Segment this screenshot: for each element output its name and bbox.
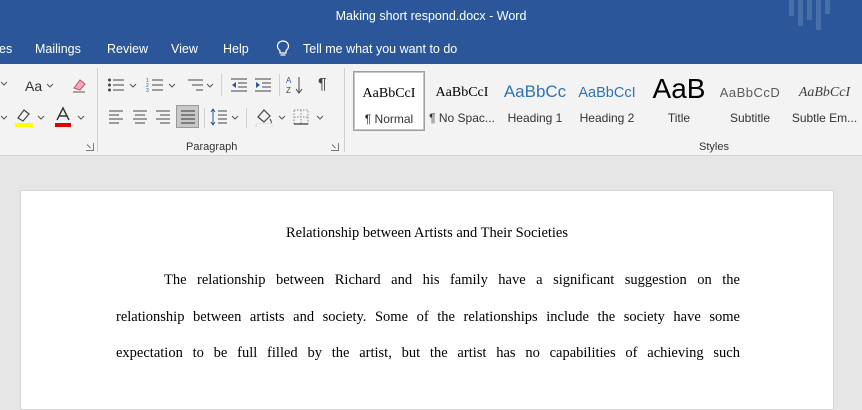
- style-name: ¶ No Spac...: [429, 111, 495, 125]
- tab-mailings[interactable]: Mailings: [35, 42, 81, 56]
- multilevel-list-icon[interactable]: [186, 77, 204, 93]
- align-right-icon[interactable]: [155, 110, 171, 124]
- tab-view[interactable]: View: [171, 42, 198, 56]
- chevron-down-icon[interactable]: [231, 115, 239, 121]
- justify-button[interactable]: [176, 105, 199, 128]
- style-no-spacing[interactable]: AaBbCcI ¶ No Spac...: [426, 71, 498, 131]
- style-preview: AaBbCcI: [362, 86, 416, 101]
- paragraph-line: relationship between artists and society…: [116, 309, 740, 325]
- tab-review[interactable]: Review: [107, 42, 148, 56]
- paragraph-dialog-launcher[interactable]: [331, 143, 339, 151]
- font-dialog-launcher[interactable]: [86, 143, 94, 151]
- document-area: Relationship between Artists and Their S…: [0, 157, 862, 410]
- decorative-bar: [816, 0, 821, 30]
- style-name: Heading 1: [507, 111, 563, 125]
- chevron-down-icon[interactable]: [46, 83, 54, 89]
- chevron-down-icon[interactable]: [129, 83, 137, 89]
- style-preview: AaBbCc: [503, 82, 567, 101]
- style-preview: AaB: [652, 73, 706, 104]
- shading-icon[interactable]: [254, 107, 274, 127]
- lightbulb-icon[interactable]: [276, 40, 290, 57]
- chevron-down-icon[interactable]: [206, 83, 214, 89]
- style-name: Heading 2: [579, 111, 635, 125]
- style-preview: AaBbCcD: [719, 85, 781, 100]
- chevron-down-icon[interactable]: [316, 115, 324, 121]
- show-formatting-marks-icon[interactable]: ¶: [318, 76, 327, 94]
- change-case-button[interactable]: Aa: [25, 78, 42, 94]
- ribbon: Aa 1 2 3 A Z ¶ Paragraph AaBbCcI ¶ Norma…: [0, 64, 862, 156]
- chevron-down-icon[interactable]: [0, 115, 8, 121]
- style-preview: AaBbCcI: [578, 85, 636, 101]
- font-color-icon[interactable]: [53, 106, 73, 128]
- decorative-bar: [807, 0, 812, 20]
- align-left-icon[interactable]: [108, 110, 124, 124]
- svg-text:A: A: [286, 76, 292, 85]
- style-name: Title: [667, 111, 691, 125]
- chevron-down-icon[interactable]: [278, 115, 286, 121]
- tab-references[interactable]: es: [0, 42, 12, 56]
- chevron-down-icon[interactable]: [77, 115, 85, 121]
- bullets-icon[interactable]: [107, 77, 125, 93]
- highlight-color-icon[interactable]: [13, 106, 35, 128]
- style-preview: AaBbCcI: [435, 85, 489, 100]
- divider: [279, 74, 280, 96]
- tab-help[interactable]: Help: [223, 42, 249, 56]
- sort-icon[interactable]: A Z: [286, 75, 304, 95]
- decrease-indent-icon[interactable]: [230, 77, 248, 93]
- svg-text:3: 3: [146, 88, 149, 93]
- paragraph-group-label: Paragraph: [186, 141, 238, 153]
- decorative-bar: [798, 0, 803, 26]
- style-normal[interactable]: AaBbCcI ¶ Normal: [353, 71, 425, 131]
- style-title[interactable]: AaB Title: [643, 71, 715, 131]
- style-name: ¶ Normal: [364, 112, 414, 126]
- increase-indent-icon[interactable]: [254, 77, 272, 93]
- decorative-bar: [825, 0, 830, 14]
- divider: [204, 108, 205, 128]
- paragraph-line: expectation to be full filled by the art…: [116, 345, 740, 361]
- divider: [221, 74, 222, 96]
- numbering-icon[interactable]: 1 2 3: [146, 77, 164, 93]
- chevron-down-icon[interactable]: [0, 81, 8, 87]
- document-page[interactable]: Relationship between Artists and Their S…: [20, 190, 834, 410]
- styles-group-label: Styles: [699, 141, 729, 153]
- style-name: Subtle Em...: [791, 111, 858, 125]
- line-spacing-icon[interactable]: [210, 108, 228, 126]
- group-divider: [344, 68, 345, 152]
- align-center-icon[interactable]: [132, 110, 148, 124]
- divider: [246, 108, 247, 128]
- style-subtle-emphasis[interactable]: AaBbCcI Subtle Em...: [787, 71, 862, 131]
- clear-formatting-icon[interactable]: [70, 76, 88, 94]
- chevron-down-icon[interactable]: [37, 115, 45, 121]
- style-heading-1[interactable]: AaBbCc Heading 1: [499, 71, 571, 131]
- paragraph-line: The relationship between Richard and his…: [164, 272, 740, 288]
- svg-text:Z: Z: [286, 86, 291, 95]
- tell-me-search[interactable]: Tell me what you want to do: [303, 42, 457, 56]
- window-title: Making short respond.docx - Word: [335, 9, 527, 23]
- chevron-down-icon[interactable]: [168, 83, 176, 89]
- group-divider: [97, 68, 98, 152]
- style-preview: AaBbCcI: [798, 85, 851, 100]
- title-bar: Making short respond.docx - Word: [0, 0, 862, 34]
- decorative-bar: [789, 0, 794, 16]
- style-name: Subtitle: [729, 111, 771, 125]
- ribbon-tabs: es Mailings Review View Help Tell me wha…: [0, 34, 862, 64]
- style-subtitle[interactable]: AaBbCcD Subtitle: [714, 71, 786, 131]
- style-heading-2[interactable]: AaBbCcI Heading 2: [571, 71, 643, 131]
- borders-icon[interactable]: [293, 109, 309, 125]
- document-title: Relationship between Artists and Their S…: [285, 225, 569, 241]
- justify-icon: [181, 110, 195, 124]
